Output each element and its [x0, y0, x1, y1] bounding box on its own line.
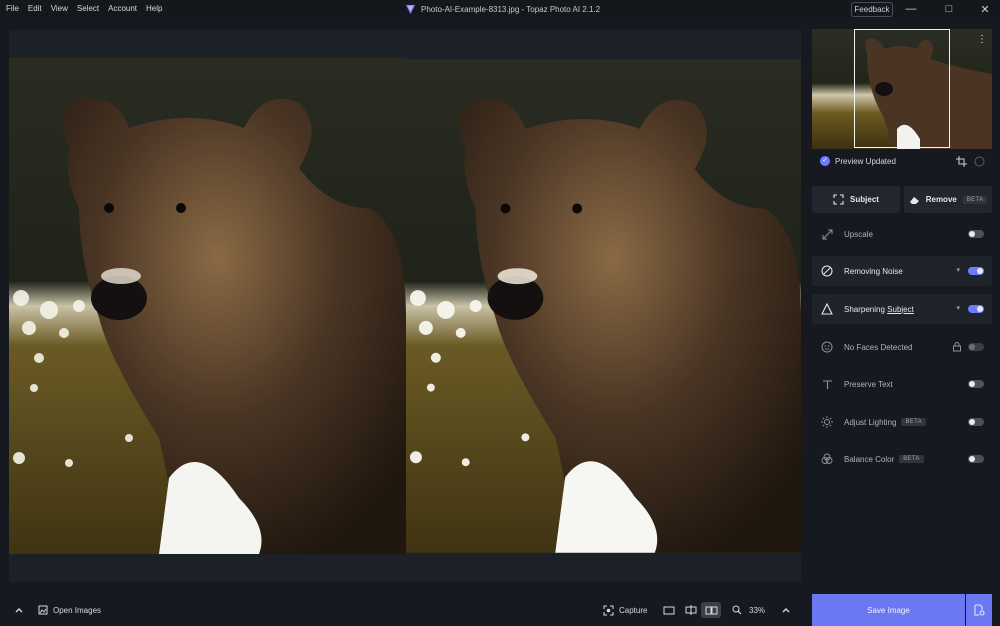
minimize-icon[interactable]: — — [898, 0, 924, 18]
noise-toggle[interactable] — [968, 267, 984, 275]
more-options-icon[interactable]: ⋮ — [977, 34, 987, 45]
remove-label: Remove — [925, 195, 957, 204]
sun-icon — [820, 415, 834, 429]
chevron-up-icon — [782, 608, 790, 613]
menu-file[interactable]: File — [6, 0, 19, 18]
denoise-icon — [820, 264, 834, 278]
image-canvas[interactable] — [9, 30, 801, 582]
side-by-side-icon — [705, 606, 717, 614]
filter-faces-label: No Faces Detected — [844, 342, 913, 352]
subject-label: Subject — [850, 195, 879, 204]
menu-select[interactable]: Select — [77, 0, 99, 18]
face-icon — [820, 340, 834, 354]
menu-bar: File Edit View Select Account Help — [6, 0, 162, 18]
side-by-side-view-button[interactable] — [701, 602, 721, 618]
color-toggle[interactable] — [968, 455, 984, 463]
capture-icon — [603, 605, 614, 615]
bottom-toolbar: Open Images Capture 33% — [0, 594, 806, 626]
upscale-icon — [820, 227, 834, 241]
menu-account[interactable]: Account — [108, 0, 137, 18]
capture-button[interactable]: Capture — [603, 594, 647, 626]
beta-badge: BETA — [901, 418, 926, 426]
filter-lighting-label: Adjust Lighting — [844, 417, 897, 427]
title-bar: File Edit View Select Account Help Photo… — [0, 0, 1000, 18]
filter-sharpen-label: Sharpening — [844, 304, 888, 314]
preview-status-label: Preview Updated — [835, 156, 896, 166]
open-images-label: Open Images — [53, 605, 102, 615]
text-icon — [820, 377, 834, 391]
image-icon — [38, 605, 48, 615]
topaz-logo-icon — [405, 4, 416, 14]
filter-text-label: Preserve Text — [844, 379, 893, 389]
chevron-down-icon[interactable]: ▾ — [956, 304, 960, 312]
filter-sharpening[interactable]: Sharpening Subject ▾ — [812, 294, 992, 324]
navigator-thumbnail[interactable]: ⋮ — [812, 29, 992, 149]
check-circle-icon: ✓ — [820, 156, 830, 166]
zoom-level: 33% — [749, 605, 766, 615]
sharpen-toggle[interactable] — [968, 305, 984, 313]
right-panel: ⋮ ✓ Preview Updated Subject Remove BETA … — [806, 18, 1000, 626]
viewport-frame[interactable] — [854, 29, 950, 148]
save-options-button[interactable] — [966, 594, 992, 626]
chevron-up-icon — [15, 608, 23, 613]
export-settings-icon — [974, 604, 985, 616]
capture-label: Capture — [619, 605, 648, 615]
subject-button[interactable]: Subject — [812, 186, 900, 213]
collapse-button[interactable] — [14, 594, 24, 626]
single-view-icon — [663, 606, 675, 614]
zoom-icon — [732, 605, 742, 615]
beta-badge: BETA — [899, 455, 924, 463]
zoom-menu-button[interactable] — [781, 594, 791, 626]
window-title: Photo-AI-Example-8313.jpg - Topaz Photo … — [405, 0, 600, 18]
menu-help[interactable]: Help — [146, 0, 162, 18]
zoom-control[interactable]: 33% — [732, 594, 765, 626]
eraser-icon — [909, 197, 919, 204]
feedback-button[interactable]: Feedback — [851, 2, 893, 17]
maximize-icon[interactable]: □ — [936, 0, 962, 18]
faces-toggle — [968, 343, 984, 351]
original-image — [9, 58, 406, 554]
lock-icon — [953, 342, 961, 352]
filter-noise-label: Removing Noise — [844, 266, 903, 276]
save-image-button[interactable]: Save Image — [812, 594, 965, 626]
filter-color-label: Balance Color — [844, 454, 895, 464]
split-view-icon — [685, 605, 697, 615]
chevron-down-icon[interactable]: ▾ — [956, 266, 960, 274]
filter-removing-noise[interactable]: Removing Noise ▾ — [812, 256, 992, 286]
filter-upscale[interactable]: Upscale — [812, 219, 992, 249]
beta-badge: BETA — [962, 195, 988, 204]
filter-adjust-lighting[interactable]: Adjust Lighting BETA — [812, 407, 992, 437]
sharpen-icon — [820, 302, 834, 316]
window-title-text: Photo-AI-Example-8313.jpg - Topaz Photo … — [421, 4, 601, 14]
compare-icon[interactable] — [974, 156, 985, 167]
color-balance-icon — [820, 452, 834, 466]
preview-status: ✓ Preview Updated — [820, 154, 896, 168]
filter-preserve-text[interactable]: Preserve Text — [812, 369, 992, 399]
sharpen-subject-link[interactable]: Subject — [887, 305, 914, 314]
remove-button[interactable]: Remove BETA — [904, 186, 992, 213]
filter-upscale-label: Upscale — [844, 229, 873, 239]
subject-select-icon — [833, 194, 844, 205]
upscale-toggle[interactable] — [968, 230, 984, 238]
text-toggle[interactable] — [968, 380, 984, 388]
filter-balance-color[interactable]: Balance Color BETA — [812, 444, 992, 474]
split-view-button[interactable] — [681, 602, 701, 618]
preview-image — [406, 58, 801, 554]
close-icon[interactable]: ✕ — [972, 0, 998, 18]
crop-icon[interactable] — [956, 156, 967, 167]
single-view-button[interactable] — [659, 602, 679, 618]
open-images-button[interactable]: Open Images — [38, 594, 101, 626]
menu-edit[interactable]: Edit — [28, 0, 42, 18]
filter-faces: No Faces Detected — [812, 332, 992, 362]
lighting-toggle[interactable] — [968, 418, 984, 426]
menu-view[interactable]: View — [51, 0, 68, 18]
